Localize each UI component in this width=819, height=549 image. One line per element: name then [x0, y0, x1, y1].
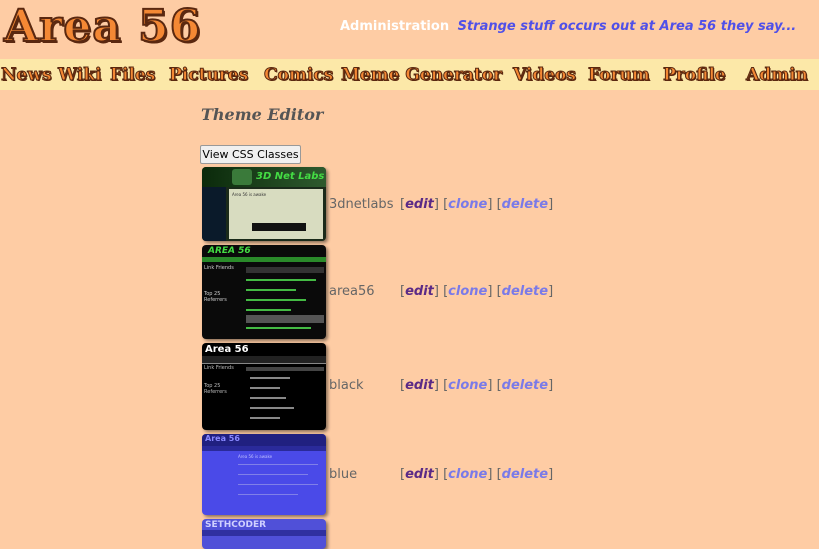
bracket-close: ] — [487, 284, 493, 299]
nav-item-admin[interactable]: Admin — [746, 64, 809, 86]
theme-actions: [edit] [clone] [delete] — [400, 467, 553, 483]
thumb-title: AREA 56 — [208, 246, 251, 256]
theme-actions: [edit] [clone] [delete] — [400, 378, 553, 394]
theme-thumbnail[interactable]: Area 56 Area 56 is awake — [202, 434, 326, 515]
nav-item-wiki[interactable]: Wiki — [58, 64, 102, 86]
bracket-close: ] — [548, 197, 554, 212]
site-logo[interactable]: Area 56 — [3, 3, 201, 51]
thumb-sidebar-referrers: Top 25 Referrers — [204, 383, 227, 395]
edit-link[interactable]: edit — [405, 197, 434, 212]
page-title: Theme Editor — [201, 105, 324, 124]
delete-link[interactable]: delete — [502, 197, 548, 212]
theme-name: blue — [329, 467, 358, 482]
bracket-close: ] — [487, 467, 493, 482]
theme-actions: [edit] [clone] [delete] — [400, 197, 553, 213]
nav-item-videos[interactable]: Videos — [513, 64, 577, 86]
delete-link[interactable]: delete — [502, 467, 548, 482]
bracket-close: ] — [487, 197, 493, 212]
theme-name: area56 — [329, 284, 375, 299]
edit-link[interactable]: edit — [405, 378, 434, 393]
bracket-close: ] — [433, 378, 439, 393]
header-tagline: Administration Strange stuff occurs out … — [340, 18, 796, 35]
administration-label: Administration — [340, 19, 450, 34]
theme-row: Area 56 Area 56 is awake blue [edit] [cl… — [202, 434, 762, 516]
clone-link[interactable]: clone — [448, 197, 487, 212]
bracket-close: ] — [487, 378, 493, 393]
theme-thumbnail[interactable]: AREA 56 Link Friends Top 25 Referrers — [202, 245, 326, 339]
theme-row: SETHCODER — [202, 519, 762, 549]
thumb-heading: Area 56 is awake — [232, 192, 267, 197]
nav-item-news[interactable]: News — [1, 64, 53, 86]
theme-name: 3dnetlabs — [329, 197, 394, 212]
bracket-close: ] — [433, 197, 439, 212]
theme-name: black — [329, 378, 364, 393]
theme-row: 3D Net Labs Area 56 is awake 3dnetlabs [… — [202, 167, 762, 242]
edit-link[interactable]: edit — [405, 284, 434, 299]
bracket-close: ] — [548, 284, 554, 299]
thumb-sidebar-link-friends: Link Friends — [204, 365, 234, 371]
main-nav: News Wiki Files Pictures Comics Meme Gen… — [0, 59, 819, 90]
nav-item-files[interactable]: Files — [109, 64, 155, 86]
edit-link[interactable]: edit — [405, 467, 434, 482]
theme-row: Area 56 Link Friends Top 25 Referrers bl… — [202, 343, 762, 431]
delete-link[interactable]: delete — [502, 284, 548, 299]
theme-thumbnail[interactable]: SETHCODER — [202, 519, 326, 549]
bracket-close: ] — [548, 378, 554, 393]
thumb-title: Area 56 — [205, 434, 240, 443]
theme-thumbnail[interactable]: 3D Net Labs Area 56 is awake — [202, 167, 326, 241]
thumb-sidebar-referrers: Top 25 Referrers — [204, 291, 227, 303]
nav-item-comics[interactable]: Comics — [263, 64, 333, 86]
nav-item-meme-generator[interactable]: Meme Generator — [341, 64, 503, 86]
nav-item-profile[interactable]: Profile — [663, 64, 727, 86]
theme-actions: [edit] [clone] [delete] — [400, 284, 553, 300]
delete-link[interactable]: delete — [502, 378, 548, 393]
nav-item-pictures[interactable]: Pictures — [168, 64, 248, 86]
site-slogan: Strange stuff occurs out at Area 56 they… — [457, 19, 797, 34]
thumb-title: SETHCODER — [205, 520, 267, 530]
clone-link[interactable]: clone — [448, 284, 487, 299]
bracket-close: ] — [433, 284, 439, 299]
thumb-heading: Area 56 is awake — [238, 454, 273, 459]
theme-row: AREA 56 Link Friends Top 25 Referrers ar… — [202, 245, 762, 340]
clone-link[interactable]: clone — [448, 378, 487, 393]
thumb-title: Area 56 — [205, 344, 249, 355]
theme-thumbnail[interactable]: Area 56 Link Friends Top 25 Referrers — [202, 343, 326, 430]
nav-item-forum[interactable]: Forum — [588, 64, 651, 86]
thumb-title: 3D Net Labs — [256, 171, 325, 182]
clone-link[interactable]: clone — [448, 467, 487, 482]
bracket-close: ] — [548, 467, 554, 482]
view-css-classes-button[interactable]: View CSS Classes — [200, 145, 301, 164]
thumb-sidebar-link-friends: Link Friends — [204, 265, 234, 271]
bracket-close: ] — [433, 467, 439, 482]
